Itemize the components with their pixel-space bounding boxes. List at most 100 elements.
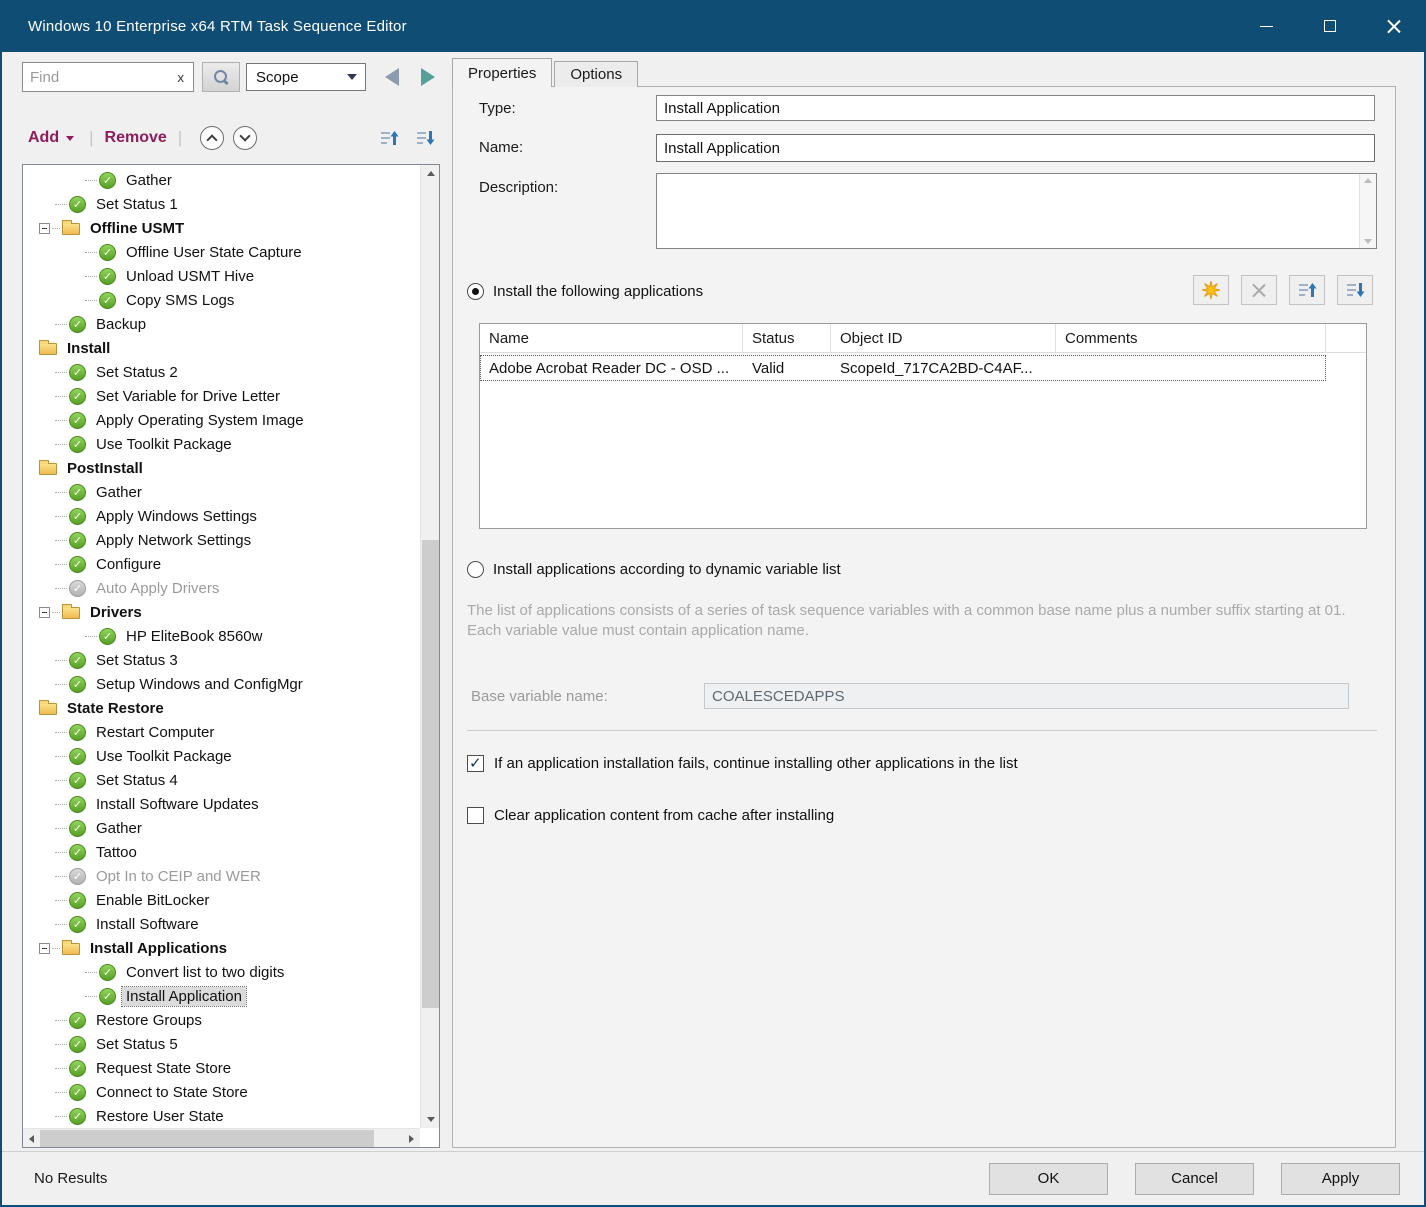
triangle-up-icon[interactable]: [1364, 178, 1372, 183]
tree-item-set-status-4[interactable]: Set Status 4: [23, 768, 420, 792]
collapse-all-button[interactable]: [233, 126, 257, 150]
expand-all-button[interactable]: [200, 126, 224, 150]
tree-item-install-application[interactable]: Install Application: [23, 984, 420, 1008]
collapse-toggle-icon[interactable]: [39, 607, 50, 618]
ok-button[interactable]: OK: [989, 1163, 1108, 1195]
column-header-comments[interactable]: Comments: [1056, 324, 1326, 352]
radio-icon[interactable]: [467, 283, 484, 300]
tree-item-set-status-1[interactable]: Set Status 1: [23, 192, 420, 216]
scroll-left-button[interactable]: [23, 1129, 40, 1148]
scroll-right-button[interactable]: [403, 1129, 420, 1148]
tree-item-backup[interactable]: Backup: [23, 312, 420, 336]
tree-connector: [85, 972, 97, 973]
titlebar[interactable]: Windows 10 Enterprise x64 RTM Task Seque…: [0, 0, 1426, 52]
tree-item-restart-computer[interactable]: Restart Computer: [23, 720, 420, 744]
tree-item-unload-usmt-hive[interactable]: Unload USMT Hive: [23, 264, 420, 288]
tree-item-apply-operating-system-image[interactable]: Apply Operating System Image: [23, 408, 420, 432]
column-header-name[interactable]: Name: [480, 324, 743, 352]
tab-properties[interactable]: Properties: [452, 58, 552, 87]
move-application-up-button[interactable]: [1289, 275, 1325, 305]
checkbox-icon[interactable]: [467, 755, 484, 772]
tree-item-gather[interactable]: Gather: [23, 480, 420, 504]
tree-item-configure[interactable]: Configure: [23, 552, 420, 576]
tree-item-gather[interactable]: Gather: [23, 816, 420, 840]
triangle-down-icon[interactable]: [1364, 239, 1372, 244]
tree-item-drivers[interactable]: Drivers: [23, 600, 420, 624]
tree-item-tattoo[interactable]: Tattoo: [23, 840, 420, 864]
tree-item-state-restore[interactable]: State Restore: [23, 696, 420, 720]
tree-item-copy-sms-logs[interactable]: Copy SMS Logs: [23, 288, 420, 312]
tree-item-apply-windows-settings[interactable]: Apply Windows Settings: [23, 504, 420, 528]
find-previous-button[interactable]: [376, 62, 408, 92]
install-dynamic-list-radio-row[interactable]: Install applications according to dynami…: [467, 561, 841, 578]
scroll-down-button[interactable]: [421, 1111, 440, 1128]
tree-item-convert-list-to-two-digits[interactable]: Convert list to two digits: [23, 960, 420, 984]
tree-item-install[interactable]: Install: [23, 336, 420, 360]
cancel-button[interactable]: Cancel: [1135, 1163, 1254, 1195]
step-check-icon: [69, 748, 86, 765]
vertical-scroll-thumb[interactable]: [422, 540, 439, 1008]
close-button[interactable]: [1362, 0, 1426, 52]
checkbox-icon[interactable]: [467, 807, 484, 824]
tree-item-restore-user-state[interactable]: Restore User State: [23, 1104, 420, 1128]
tree-item-use-toolkit-package[interactable]: Use Toolkit Package: [23, 432, 420, 456]
tree-item-install-software-updates[interactable]: Install Software Updates: [23, 792, 420, 816]
install-following-apps-radio-row[interactable]: Install the following applications: [467, 283, 703, 300]
tree-item-request-state-store[interactable]: Request State Store: [23, 1056, 420, 1080]
remove-button[interactable]: Remove: [103, 129, 169, 147]
base-variable-field: [704, 683, 1349, 709]
step-check-icon: [99, 988, 116, 1005]
column-header-status[interactable]: Status: [743, 324, 831, 352]
search-button[interactable]: [202, 62, 240, 92]
clear-cache-checkbox-row[interactable]: Clear application content from cache aft…: [467, 807, 834, 824]
tree-item-set-status-3[interactable]: Set Status 3: [23, 648, 420, 672]
scope-select[interactable]: Scope: [246, 63, 366, 91]
application-row[interactable]: Adobe Acrobat Reader DC - OSD ...ValidSc…: [480, 355, 1326, 381]
new-application-button[interactable]: [1193, 275, 1229, 305]
name-field[interactable]: [656, 134, 1375, 162]
tree-item-use-toolkit-package[interactable]: Use Toolkit Package: [23, 744, 420, 768]
clear-find-button[interactable]: x: [169, 70, 194, 85]
find-next-button[interactable]: [412, 62, 444, 92]
tree-horizontal-scrollbar[interactable]: [23, 1128, 420, 1147]
tree-item-postinstall[interactable]: PostInstall: [23, 456, 420, 480]
continue-on-fail-checkbox-row[interactable]: If an application installation fails, co…: [467, 755, 1018, 772]
tree-item-auto-apply-drivers[interactable]: Auto Apply Drivers: [23, 576, 420, 600]
radio-icon[interactable]: [467, 561, 484, 578]
description-input[interactable]: [657, 174, 1359, 248]
move-application-down-button[interactable]: [1337, 275, 1373, 305]
horizontal-scroll-thumb[interactable]: [40, 1130, 374, 1147]
move-step-up-button[interactable]: [374, 125, 404, 151]
tree-item-offline-user-state-capture[interactable]: Offline User State Capture: [23, 240, 420, 264]
tree-item-apply-network-settings[interactable]: Apply Network Settings: [23, 528, 420, 552]
tree-item-offline-usmt[interactable]: Offline USMT: [23, 216, 420, 240]
move-step-down-button[interactable]: [410, 125, 440, 151]
maximize-button[interactable]: [1298, 0, 1362, 52]
tree-item-install-software[interactable]: Install Software: [23, 912, 420, 936]
tree-item-enable-bitlocker[interactable]: Enable BitLocker: [23, 888, 420, 912]
tree-item-set-status-2[interactable]: Set Status 2: [23, 360, 420, 384]
tree-item-restore-groups[interactable]: Restore Groups: [23, 1008, 420, 1032]
apply-button[interactable]: Apply: [1281, 1163, 1400, 1195]
collapse-toggle-icon[interactable]: [39, 943, 50, 954]
tree-item-connect-to-state-store[interactable]: Connect to State Store: [23, 1080, 420, 1104]
tree-connector: [55, 756, 67, 757]
tree-item-hp-elitebook-8560w[interactable]: HP EliteBook 8560w: [23, 624, 420, 648]
tree-item-opt-in-to-ceip-and-wer[interactable]: Opt In to CEIP and WER: [23, 864, 420, 888]
tree-item-gather[interactable]: Gather: [23, 168, 420, 192]
tree-item-install-applications[interactable]: Install Applications: [23, 936, 420, 960]
find-input[interactable]: [23, 69, 169, 86]
tree-item-set-status-5[interactable]: Set Status 5: [23, 1032, 420, 1056]
scroll-up-button[interactable]: [421, 165, 440, 182]
tree-connector: [55, 732, 67, 733]
tab-options[interactable]: Options: [554, 61, 638, 87]
tree-vertical-scrollbar[interactable]: [420, 165, 439, 1128]
add-button[interactable]: Add: [22, 129, 80, 147]
description-scrollbar[interactable]: [1359, 174, 1376, 248]
collapse-toggle-icon[interactable]: [39, 223, 50, 234]
minimize-button[interactable]: [1234, 0, 1298, 52]
tree-item-setup-windows-and-configmgr[interactable]: Setup Windows and ConfigMgr: [23, 672, 420, 696]
delete-application-button[interactable]: [1241, 275, 1277, 305]
column-header-object-id[interactable]: Object ID: [831, 324, 1056, 352]
tree-item-set-variable-for-drive-letter[interactable]: Set Variable for Drive Letter: [23, 384, 420, 408]
